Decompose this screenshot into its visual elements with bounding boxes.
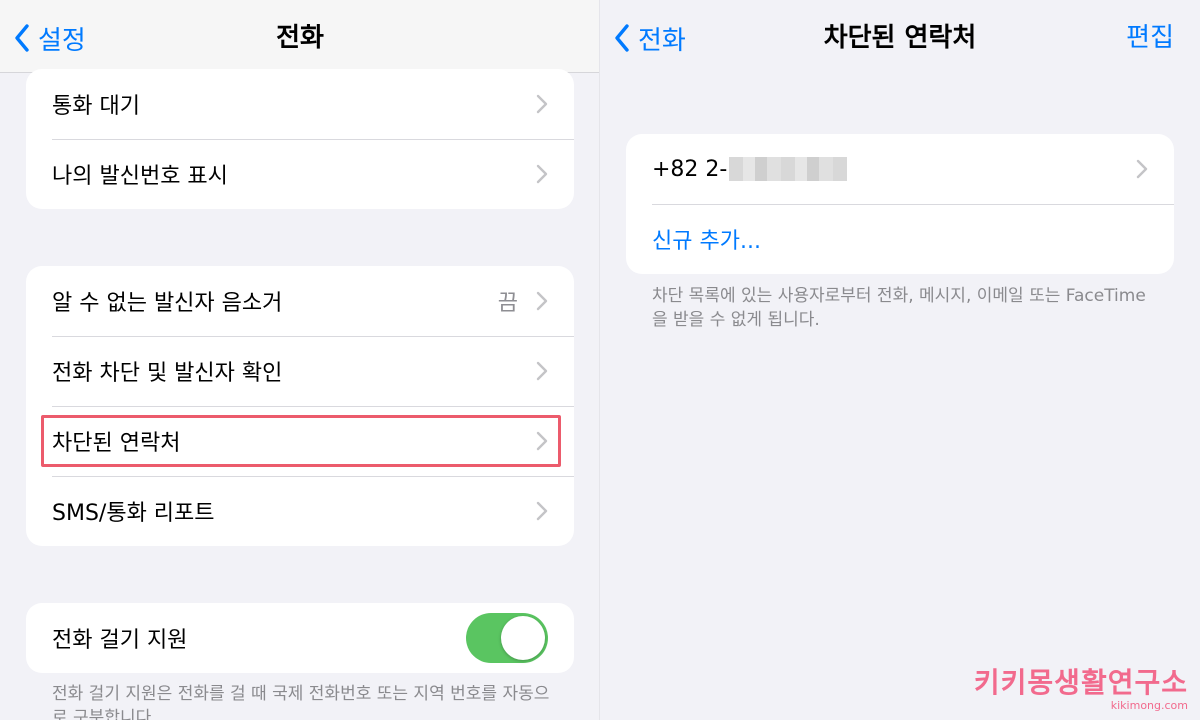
row-blocked-contacts[interactable]: 차단된 연락처	[26, 406, 574, 476]
row-silence-unknown-callers[interactable]: 알 수 없는 발신자 음소거 끔	[26, 266, 574, 336]
chevron-right-icon	[536, 431, 548, 451]
row-dial-assist: 전화 걸기 지원	[26, 603, 574, 673]
blocked-number-text: +82 2-	[652, 156, 728, 182]
chevron-right-icon	[536, 501, 548, 521]
settings-group-call: 통화 대기 나의 발신번호 표시	[26, 69, 574, 209]
blocked-number: +82 2-	[652, 157, 1136, 182]
settings-phone-screen: 설정 전화 통화 대기 나의 발신번호 표시 알 수 없는 발신자 음소거 끔 …	[0, 0, 600, 720]
chevron-right-icon	[536, 291, 548, 311]
dial-assist-footnote: 전화 걸기 지원은 전화를 걸 때 국제 전화번호 또는 지역 번호를 자동으로…	[52, 684, 550, 720]
blocked-list: +82 2- 신규 추가...	[626, 134, 1174, 274]
redacted-digits	[729, 157, 848, 181]
row-label: 통화 대기	[52, 94, 140, 119]
blocked-footnote: 차단 목록에 있는 사용자로부터 전화, 메시지, 이메일 또는 FaceTim…	[652, 286, 1146, 330]
page-title: 전화	[276, 23, 324, 53]
toggle-knob	[501, 616, 545, 660]
chevron-right-icon	[536, 361, 548, 381]
add-new-label: 신규 추가...	[652, 229, 761, 254]
row-label: 차단된 연락처	[52, 431, 181, 456]
edit-button[interactable]: 편집	[1126, 20, 1174, 56]
row-sms-call-reporting[interactable]: SMS/통화 리포트	[26, 476, 574, 546]
settings-group-blocking: 알 수 없는 발신자 음소거 끔 전화 차단 및 발신자 확인 차단된 연락처 …	[26, 266, 574, 546]
dial-assist-toggle[interactable]	[466, 613, 548, 663]
row-call-waiting[interactable]: 통화 대기	[26, 69, 574, 139]
row-show-caller-id[interactable]: 나의 발신번호 표시	[26, 139, 574, 209]
watermark-title: 키키몽생활연구소	[973, 666, 1188, 699]
blocked-contact-row[interactable]: +82 2-	[626, 134, 1174, 204]
chevron-right-icon	[1136, 159, 1148, 179]
row-label: 전화 걸기 지원	[52, 628, 188, 653]
row-label: 전화 차단 및 발신자 확인	[52, 361, 283, 386]
row-value: 끔	[497, 291, 518, 316]
nav-bar: 설정 전화	[0, 0, 600, 73]
chevron-right-icon	[536, 164, 548, 184]
chevron-right-icon	[536, 94, 548, 114]
row-label: 알 수 없는 발신자 음소거	[52, 291, 283, 316]
blocked-contacts-screen: 전화 차단된 연락처 편집 +82 2- 신규 추가... 차단 목록에 있는 …	[600, 0, 1200, 720]
watermark: 키키몽생활연구소 kikimong.com	[974, 661, 1188, 712]
add-new-button[interactable]: 신규 추가...	[626, 204, 1174, 274]
row-label: SMS/통화 리포트	[52, 501, 215, 526]
row-label: 나의 발신번호 표시	[52, 164, 228, 189]
nav-bar: 전화 차단된 연락처 편집	[600, 0, 1200, 73]
page-title: 차단된 연락처	[823, 23, 977, 53]
row-call-blocking-identification[interactable]: 전화 차단 및 발신자 확인	[26, 336, 574, 406]
settings-group-dial-assist: 전화 걸기 지원	[26, 603, 574, 673]
